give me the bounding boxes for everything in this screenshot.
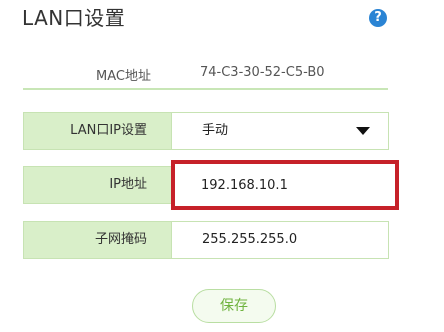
- mac-address-label: MAC地址: [96, 69, 151, 84]
- subnet-mask-input[interactable]: 255.255.255.0: [172, 222, 388, 258]
- lan-ip-setting-row: LAN口IP设置 手动: [23, 112, 389, 150]
- mac-address-value: 74-C3-30-52-C5-B0: [200, 65, 325, 80]
- ip-address-label: IP地址: [24, 167, 172, 203]
- lan-ip-setting-label: LAN口IP设置: [24, 113, 172, 149]
- lan-ip-setting-select[interactable]: 手动: [172, 113, 388, 149]
- subnet-mask-row: 子网掩码 255.255.255.0: [23, 221, 389, 259]
- divider: [23, 88, 388, 90]
- help-icon[interactable]: ?: [369, 9, 387, 27]
- page-title: LAN口设置: [22, 6, 126, 30]
- ip-address-input[interactable]: 192.168.10.1: [171, 160, 399, 210]
- subnet-mask-label: 子网掩码: [24, 222, 172, 258]
- save-button[interactable]: 保存: [192, 289, 276, 323]
- lan-ip-setting-value: 手动: [202, 123, 229, 138]
- ip-address-value: 192.168.10.1: [201, 178, 288, 193]
- caret-down-icon[interactable]: [356, 127, 370, 135]
